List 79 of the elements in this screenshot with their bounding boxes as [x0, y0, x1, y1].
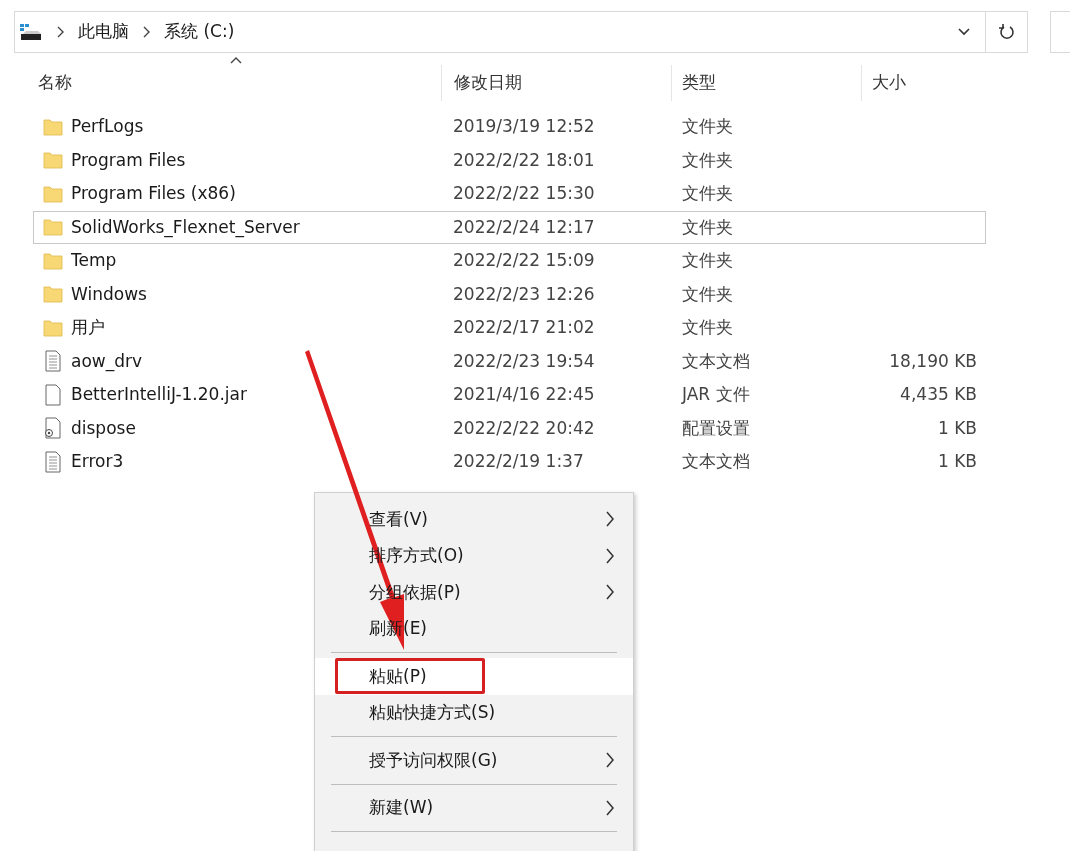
file-size: 4,435 KB — [900, 384, 977, 404]
breadcrumb-item[interactable]: 此电脑 — [78, 19, 129, 45]
sort-caret-icon — [230, 57, 242, 64]
menu-item[interactable]: 粘贴(P) — [315, 658, 633, 695]
document-icon — [43, 383, 63, 406]
file-name: Program Files (x86) — [71, 182, 236, 205]
file-row[interactable]: aow_drv 2022/2/23 19:54 文本文档 18,190 KB — [33, 344, 986, 378]
folder-icon — [43, 184, 63, 203]
refresh-icon — [997, 23, 1016, 41]
file-name: dispose — [71, 416, 136, 440]
folder-icon — [43, 218, 63, 237]
file-name: aow_drv — [71, 349, 143, 374]
file-date: 2022/2/22 20:42 — [453, 417, 595, 438]
menu-item[interactable]: 查看(V) — [315, 501, 633, 538]
file-name: Temp — [71, 249, 117, 272]
menu-item[interactable]: 粘贴快捷方式(S) — [315, 694, 633, 731]
file-type: 文件夹 — [682, 216, 733, 237]
file-date: 2022/2/23 12:26 — [453, 283, 595, 304]
chevron-icon — [57, 26, 64, 38]
file-date: 2022/2/23 19:54 — [453, 350, 595, 371]
file-date: 2022/2/24 12:17 — [453, 216, 595, 237]
dropdown-icon[interactable] — [957, 27, 971, 37]
file-type: 文件夹 — [682, 317, 733, 337]
folder-icon — [43, 318, 63, 337]
file-type: JAR 文件 — [682, 384, 750, 404]
file-date: 2022/2/19 1:37 — [453, 451, 584, 471]
file-date: 2019/3/19 12:52 — [453, 116, 595, 136]
column-header[interactable]: 修改日期 — [454, 70, 522, 96]
file-type: 文本文档 — [682, 451, 750, 471]
file-size: 1 KB — [937, 417, 977, 438]
menu-item[interactable]: 授予访问权限(G) — [315, 742, 633, 779]
file-type: 文本文档 — [682, 350, 750, 371]
file-date: 2022/2/22 18:01 — [453, 149, 595, 170]
refresh-button[interactable] — [986, 11, 1028, 53]
file-row[interactable]: Error3 2022/2/19 1:37 文本文档 1 KB — [33, 445, 986, 479]
file-row[interactable]: dispose 2022/2/22 20:42 配置设置 1 KB — [33, 411, 986, 445]
file-name: SolidWorks_Flexnet_Server — [71, 215, 300, 240]
document-icon — [43, 350, 63, 373]
column-header[interactable]: 类型 — [682, 70, 716, 96]
file-row[interactable]: Program Files (x86) 2022/2/22 15:30 文件夹 — [33, 177, 986, 211]
drive-icon — [19, 22, 43, 42]
file-date: 2022/2/17 21:02 — [453, 317, 595, 337]
file-type: 文件夹 — [682, 183, 733, 203]
file-row[interactable]: Windows 2022/2/23 12:26 文件夹 — [33, 277, 986, 311]
column-header[interactable]: 大小 — [872, 70, 906, 96]
file-name: PerfLogs — [71, 115, 144, 138]
file-row[interactable]: Program Files 2022/2/22 18:01 文件夹 — [33, 143, 986, 177]
folder-icon — [43, 117, 63, 136]
file-size: 1 KB — [937, 451, 977, 471]
address-bar[interactable]: 此电脑 系统 (C:) — [14, 11, 986, 53]
file-type: 文件夹 — [682, 250, 733, 270]
file-type: 文件夹 — [682, 116, 733, 136]
file-date: 2021/4/16 22:45 — [453, 384, 595, 404]
file-name: Error3 — [71, 450, 124, 473]
file-size: 18,190 KB — [889, 350, 977, 371]
folder-icon — [43, 251, 63, 270]
file-name: BetterIntelliJ-1.20.jar — [71, 383, 247, 406]
breadcrumb-item[interactable]: 系统 (C:) — [164, 19, 235, 45]
folder-icon — [43, 285, 63, 304]
file-date: 2022/2/22 15:09 — [453, 250, 595, 270]
file-row[interactable]: 用户 2022/2/17 21:02 文件夹 — [33, 311, 986, 345]
file-row[interactable]: SolidWorks_Flexnet_Server 2022/2/24 12:17 文件夹 — [33, 210, 986, 244]
file-name: 用户 — [71, 316, 105, 339]
folder-icon — [43, 151, 63, 170]
file-type: 文件夹 — [682, 283, 733, 304]
file-type: 配置设置 — [682, 417, 750, 438]
menu-item[interactable]: 新建(W) — [315, 789, 633, 826]
document-icon — [43, 450, 63, 473]
column-header[interactable]: 名称 — [38, 70, 72, 96]
file-name: Program Files — [71, 148, 186, 172]
chevron-icon — [143, 26, 150, 38]
file-type: 文件夹 — [682, 149, 733, 170]
search-field[interactable] — [1050, 11, 1070, 53]
file-row[interactable]: BetterIntelliJ-1.20.jar 2021/4/16 22:45 JAR 文件 4,435 KB — [33, 378, 986, 412]
file-name: Windows — [71, 282, 147, 306]
file-row[interactable]: PerfLogs 2019/3/19 12:52 文件夹 — [33, 110, 986, 144]
file-date: 2022/2/22 15:30 — [453, 183, 595, 203]
file-row[interactable]: Temp 2022/2/22 15:09 文件夹 — [33, 244, 986, 278]
settings-file-icon — [43, 417, 63, 440]
